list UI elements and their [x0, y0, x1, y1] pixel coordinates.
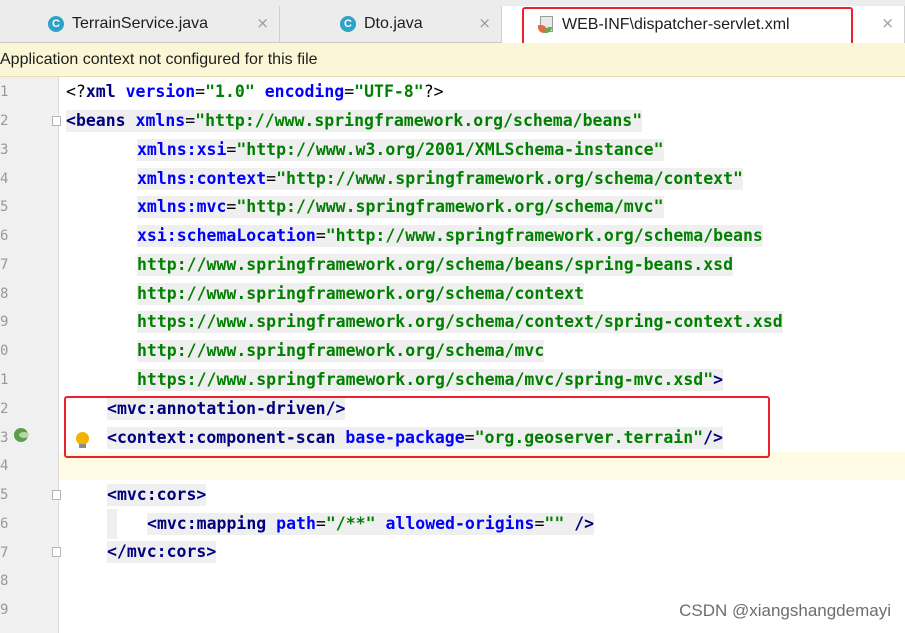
- line-number: 8: [0, 573, 9, 589]
- code-line-6: xsi:schemaLocation="http://www.springfra…: [137, 225, 763, 247]
- fold-marker-icon[interactable]: [52, 547, 61, 557]
- line-number: 4: [0, 458, 9, 474]
- line-number: 6: [0, 228, 9, 244]
- code-line-2: <beans xmlns="http://www.springframework…: [66, 110, 643, 132]
- line-number: 0: [0, 343, 9, 359]
- code-line-3: xmlns:xsi="http://www.w3.org/2001/XMLSch…: [137, 139, 664, 161]
- code-line-4: xmlns:context="http://www.springframewor…: [137, 168, 743, 190]
- code-line-16: <mvc:mapping path="/**" allowed-origins=…: [147, 513, 595, 535]
- line-number: 7: [0, 257, 9, 273]
- code-line-7: http://www.springframework.org/schema/be…: [137, 254, 734, 276]
- code-line-1: <?xml version="1.0" encoding="UTF-8"?>: [66, 82, 444, 101]
- watermark: CSDN @xiangshangdemayi: [679, 601, 891, 620]
- line-number: 7: [0, 545, 9, 561]
- fold-marker-icon[interactable]: [52, 116, 61, 126]
- code-line-10: http://www.springframework.org/schema/mv…: [137, 340, 545, 362]
- tab-terrain-service[interactable]: C TerrainService.java ×: [30, 6, 280, 42]
- code-line-5: xmlns:mvc="http://www.springframework.or…: [137, 196, 664, 218]
- close-tab-icon[interactable]: ×: [256, 14, 269, 32]
- line-number: 4: [0, 171, 9, 187]
- close-tab-icon[interactable]: ×: [478, 14, 491, 32]
- notification-banner: Application context not configured for t…: [0, 43, 905, 77]
- code-line-8: http://www.springframework.org/schema/co…: [137, 283, 585, 305]
- line-number: 5: [0, 199, 9, 215]
- code-line-15: <mvc:cors>: [107, 484, 207, 506]
- banner-text: Application context not configured for t…: [0, 50, 318, 68]
- tab-label: Dto.java: [364, 15, 423, 32]
- line-number: 9: [0, 314, 9, 330]
- annotation-highlight-code: [64, 396, 770, 458]
- code-line-11: https://www.springframework.org/schema/m…: [137, 369, 724, 391]
- tab-label: TerrainService.java: [72, 15, 209, 32]
- java-class-icon: C: [48, 16, 64, 32]
- line-number: 6: [0, 516, 9, 532]
- code-line-9: https://www.springframework.org/schema/c…: [137, 311, 783, 333]
- spring-bean-gutter-icon[interactable]: [14, 426, 34, 444]
- tab-dto[interactable]: C Dto.java ×: [280, 6, 502, 42]
- fold-marker-icon[interactable]: [52, 490, 61, 500]
- line-number: 2: [0, 113, 9, 129]
- indent-whitespace: [117, 509, 147, 539]
- line-number: 3: [0, 142, 9, 158]
- line-number: 2: [0, 401, 9, 417]
- close-tab-icon[interactable]: ×: [881, 14, 894, 32]
- line-number: 5: [0, 487, 9, 503]
- line-number: 1: [0, 372, 9, 388]
- java-class-icon: C: [340, 16, 356, 32]
- line-number: 1: [0, 84, 9, 100]
- line-number: 8: [0, 286, 9, 302]
- code-line-17: </mvc:cors>: [107, 541, 217, 563]
- line-number: 9: [0, 602, 9, 618]
- line-number: 3: [0, 430, 9, 446]
